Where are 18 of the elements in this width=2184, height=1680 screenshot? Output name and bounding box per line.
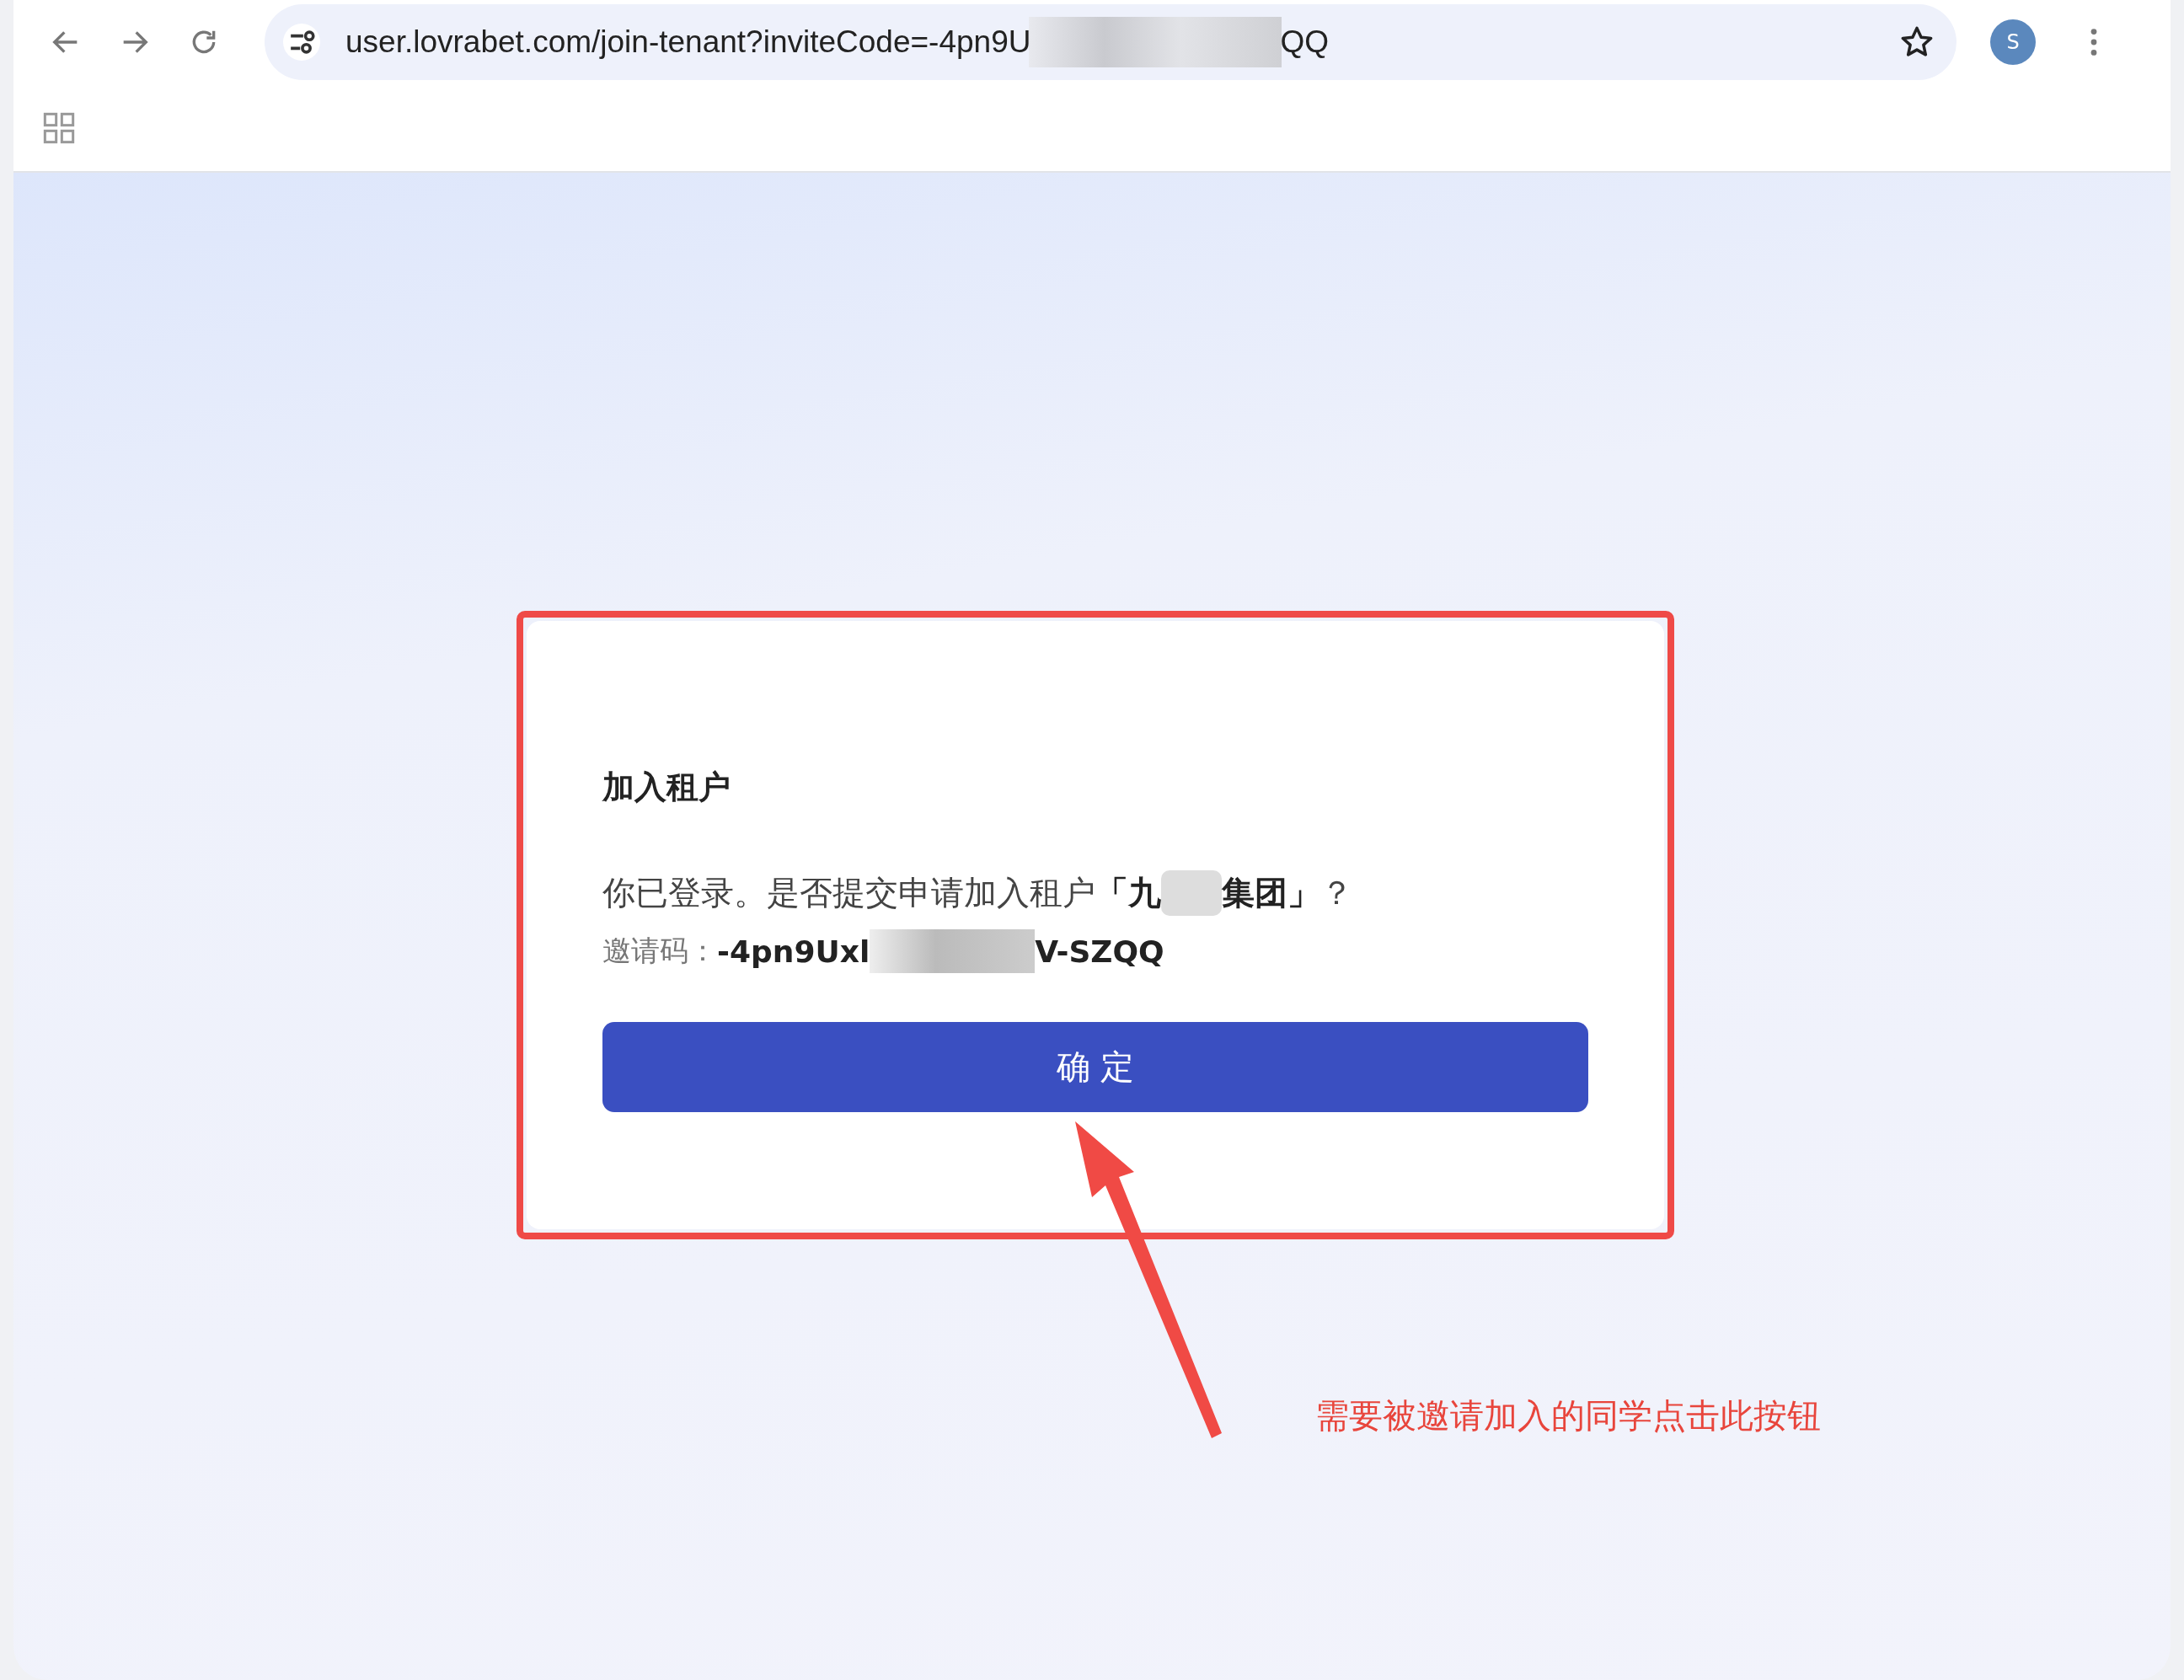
tenant-name: 集团」 <box>1222 873 1320 913</box>
menu-icon[interactable] <box>2090 28 2098 56</box>
invite-code: V-SZQQ <box>1035 934 1164 969</box>
redaction-patch <box>1161 870 1222 916</box>
confirm-button[interactable]: 确 定 <box>602 1022 1588 1112</box>
address-bar[interactable]: user.lovrabet.com/join-tenant?inviteCode=-4pn9U QQ <box>265 4 1956 80</box>
apps-icon[interactable] <box>42 110 76 145</box>
url-text: QQ <box>1280 24 1330 60</box>
site-settings-icon[interactable] <box>283 24 320 61</box>
dialog-title: 加入租户 <box>602 768 731 807</box>
annotation-text: 需要被邀请加入的同学点击此按钮 <box>1315 1395 1821 1437</box>
profile-avatar[interactable]: S <box>1990 19 2036 65</box>
invite-code: -4pn9Uxl <box>717 934 870 969</box>
question-mark: ？ <box>1320 873 1353 913</box>
url-text: user.lovrabet.com/join-tenant?inviteCode=-4pn9U <box>345 24 1031 60</box>
invite-code-label: 邀请码： <box>602 933 717 969</box>
tenant-name: 「九 <box>1095 873 1161 913</box>
dialog-message: 你已登录。是否提交申请加入租户 <box>602 873 1095 913</box>
